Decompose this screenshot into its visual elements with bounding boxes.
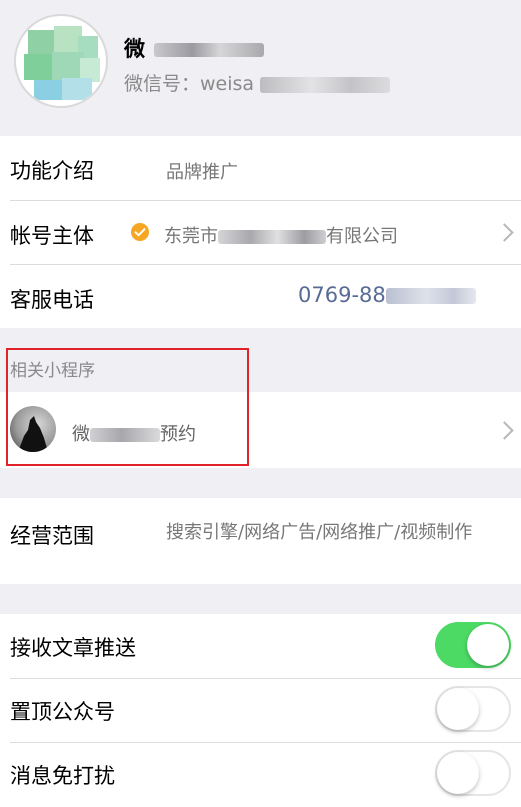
mini-program-name-suffix: 预约 bbox=[160, 424, 196, 445]
intro-row: 功能介绍 品牌推广 bbox=[0, 136, 521, 200]
setting-row-pin-account: 置顶公众号 bbox=[0, 678, 521, 742]
mini-programs-card: 微 预约 bbox=[0, 392, 521, 468]
blurred-name bbox=[154, 43, 265, 57]
mini-program-name: 微 预约 bbox=[72, 420, 196, 446]
owner-label: 帐号主体 bbox=[10, 224, 94, 248]
business-label: 经营范围 bbox=[10, 524, 94, 548]
mini-program-item[interactable]: 微 预约 bbox=[0, 392, 521, 468]
phone-value-text: 0769-88 bbox=[298, 283, 386, 307]
phone-value[interactable]: 0769-88 bbox=[298, 283, 476, 307]
owner-row[interactable]: 帐号主体 东莞市 有限公司 bbox=[0, 200, 521, 264]
setting-row-receive-articles: 接收文章推送 bbox=[0, 614, 521, 678]
mini-program-name-prefix: 微 bbox=[72, 424, 90, 445]
toggle-knob bbox=[467, 624, 509, 666]
chevron-right-icon bbox=[495, 421, 514, 440]
intro-value: 品牌推广 bbox=[166, 162, 238, 183]
wechat-id: 微信号：weisa bbox=[124, 70, 391, 98]
pin-account-toggle[interactable] bbox=[435, 686, 511, 732]
setting-label-pin-account: 置顶公众号 bbox=[10, 700, 115, 724]
owner-value-suffix: 有限公司 bbox=[326, 226, 398, 247]
blurred-mini-program-name bbox=[90, 428, 160, 442]
business-value: 搜索引擎/网络广告/网络推广/视频制作 bbox=[166, 522, 473, 543]
account-name: 微 bbox=[124, 34, 265, 64]
intro-label: 功能介绍 bbox=[10, 159, 94, 183]
mini-programs-section-title: 相关小程序 bbox=[10, 361, 95, 381]
chevron-right-icon bbox=[495, 223, 514, 242]
info-card: 功能介绍 品牌推广 帐号主体 东莞市 有限公司 客服电话 0769-88 bbox=[0, 136, 521, 328]
owner-value: 东莞市 有限公司 bbox=[164, 222, 398, 248]
settings-card: 接收文章推送 置顶公众号 消息免打扰 bbox=[0, 614, 521, 807]
business-row: 经营范围 搜索引擎/网络广告/网络推广/视频制作 bbox=[0, 498, 521, 584]
check-circle-icon bbox=[130, 222, 150, 242]
receive-articles-toggle[interactable] bbox=[435, 622, 511, 668]
business-card: 经营范围 搜索引擎/网络广告/网络推广/视频制作 bbox=[0, 498, 521, 584]
blurred-company bbox=[218, 230, 326, 244]
setting-label-receive-articles: 接收文章推送 bbox=[10, 636, 136, 660]
owner-value-prefix: 东莞市 bbox=[164, 226, 218, 247]
blurred-id bbox=[260, 76, 391, 93]
mute-toggle[interactable] bbox=[435, 750, 511, 796]
toggle-knob bbox=[437, 688, 479, 730]
blurred-phone bbox=[385, 288, 476, 304]
mini-program-avatar bbox=[10, 406, 56, 452]
toggle-knob bbox=[437, 752, 479, 794]
profile-header: 微 微信号：weisa bbox=[0, 0, 521, 136]
profile-avatar[interactable] bbox=[14, 14, 108, 108]
setting-label-mute: 消息免打扰 bbox=[10, 764, 115, 788]
phone-label: 客服电话 bbox=[10, 288, 94, 312]
setting-row-mute: 消息免打扰 bbox=[0, 742, 521, 806]
account-name-text: 微 bbox=[124, 37, 145, 61]
phone-row[interactable]: 客服电话 0769-88 bbox=[0, 264, 521, 328]
wechat-id-text: 微信号：weisa bbox=[124, 73, 255, 95]
